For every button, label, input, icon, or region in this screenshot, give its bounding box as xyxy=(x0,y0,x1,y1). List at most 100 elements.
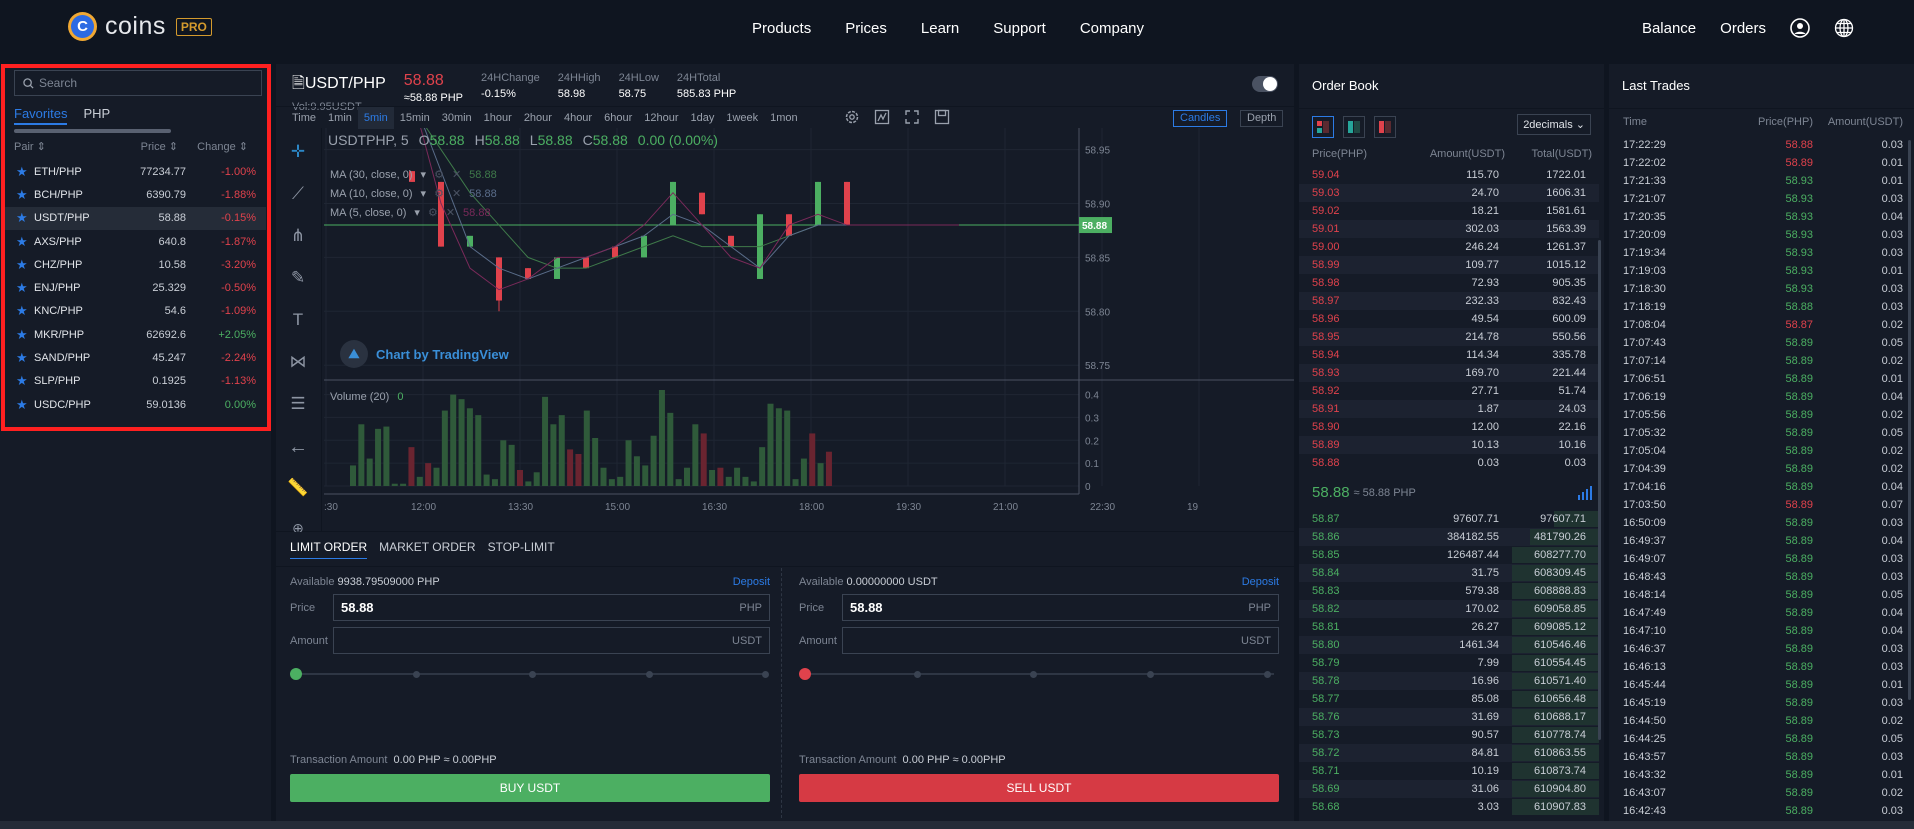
nav-learn[interactable]: Learn xyxy=(921,20,959,37)
bid-row[interactable]: 58.72 84.81 610863.55 xyxy=(1299,744,1599,762)
ask-row[interactable]: 58.92 27.71 51.74 xyxy=(1299,382,1599,400)
settings-gear-icon[interactable] xyxy=(844,109,860,125)
tab-php[interactable]: PHP xyxy=(83,106,110,125)
header-change[interactable]: Change ⇕ xyxy=(178,140,248,153)
candles-view-button[interactable]: Candles xyxy=(1173,110,1228,127)
buy-deposit-link[interactable]: Deposit xyxy=(733,576,770,588)
timeframe-1mon[interactable]: 1mon xyxy=(764,107,804,129)
ask-row[interactable]: 58.96 49.54 600.09 xyxy=(1299,310,1599,328)
prediction-tool-icon[interactable]: ☰ xyxy=(286,394,310,416)
ask-row[interactable]: 58.88 0.03 0.03 xyxy=(1299,454,1599,472)
market-pair-row[interactable]: ★ CHZ/PHP 10.58 -3.20% xyxy=(4,253,266,276)
text-tool-icon[interactable]: T xyxy=(286,310,310,332)
depth-view-button[interactable]: Depth xyxy=(1240,110,1284,127)
bid-row[interactable]: 58.84 31.75 608309.45 xyxy=(1299,564,1599,582)
bid-row[interactable]: 58.81 26.27 609085.12 xyxy=(1299,618,1599,636)
ask-row[interactable]: 59.04 115.70 1722.01 xyxy=(1299,166,1599,184)
bid-row[interactable]: 58.85 126487.44 608277.70 xyxy=(1299,546,1599,564)
ask-row[interactable]: 59.00 246.24 1261.37 xyxy=(1299,238,1599,256)
favorite-star-icon[interactable]: ★ xyxy=(16,373,34,389)
ask-row[interactable]: 58.93 169.70 221.44 xyxy=(1299,364,1599,382)
indicator-settings-icon[interactable]: ⚙ xyxy=(428,206,438,219)
ask-row[interactable]: 59.02 18.21 1581.61 xyxy=(1299,202,1599,220)
nav-company[interactable]: Company xyxy=(1080,20,1144,37)
indicator-label[interactable]: MA (10, close, 0) xyxy=(330,188,413,200)
buy-price-input[interactable]: 58.88 PHP xyxy=(333,594,770,621)
indicator-label[interactable]: MA (30, close, 0) xyxy=(330,169,413,181)
bid-row[interactable]: 58.78 16.96 610571.40 xyxy=(1299,672,1599,690)
favorite-star-icon[interactable]: ★ xyxy=(16,303,34,319)
nav-orders[interactable]: Orders xyxy=(1720,20,1766,37)
ask-row[interactable]: 58.91 1.87 24.03 xyxy=(1299,400,1599,418)
ask-row[interactable]: 59.01 302.03 1563.39 xyxy=(1299,220,1599,238)
timeframe-1day[interactable]: 1day xyxy=(685,107,721,129)
crosshair-icon[interactable]: ✛ xyxy=(286,142,310,164)
bid-row[interactable]: 58.73 90.57 610778.74 xyxy=(1299,726,1599,744)
market-pair-row[interactable]: ★ SLP/PHP 0.1925 -1.13% xyxy=(4,370,266,393)
legend-symbol[interactable]: USDTPHP, 5 xyxy=(328,132,409,148)
ruler-icon[interactable]: 📏 xyxy=(286,478,310,500)
indicator-settings-icon[interactable]: ⚙ xyxy=(434,168,444,181)
nav-prices[interactable]: Prices xyxy=(845,20,887,37)
user-account-icon[interactable] xyxy=(1790,18,1810,38)
ask-row[interactable]: 58.97 232.33 832.43 xyxy=(1299,292,1599,310)
tab-market-order[interactable]: MARKET ORDER xyxy=(379,540,475,559)
header-pair[interactable]: Pair ⇕ xyxy=(14,140,98,153)
buy-usdt-button[interactable]: BUY USDT xyxy=(290,774,770,802)
coins-pro-logo[interactable]: C coins PRO xyxy=(68,12,212,41)
timeframe-1hour[interactable]: 1hour xyxy=(478,107,518,129)
bid-row[interactable]: 58.69 31.06 610904.80 xyxy=(1299,780,1599,798)
tab-favorites[interactable]: Favorites xyxy=(14,106,68,125)
timeframe-2hour[interactable]: 2hour xyxy=(518,107,558,129)
timeframe-1min[interactable]: 1min xyxy=(322,107,358,129)
theme-toggle[interactable] xyxy=(1252,76,1278,92)
indicator-remove-icon[interactable]: ✕ xyxy=(452,168,461,181)
bid-row[interactable]: 58.77 85.08 610656.48 xyxy=(1299,690,1599,708)
view-bids-only-icon[interactable] xyxy=(1343,116,1365,138)
last-trades-scrollbar[interactable] xyxy=(1908,140,1911,700)
bid-row[interactable]: 58.83 579.38 608888.83 xyxy=(1299,582,1599,600)
pattern-tool-icon[interactable]: ⋈ xyxy=(286,352,310,374)
language-globe-icon[interactable] xyxy=(1834,18,1854,38)
sell-amount-input[interactable]: USDT xyxy=(842,627,1279,654)
timeframe-1week[interactable]: 1week xyxy=(720,107,764,129)
bid-row[interactable]: 58.82 170.02 609058.85 xyxy=(1299,600,1599,618)
timeframe-15min[interactable]: 15min xyxy=(394,107,436,129)
indicator-remove-icon[interactable]: ✕ xyxy=(446,206,455,219)
market-search-input[interactable]: Search xyxy=(14,70,262,96)
favorite-star-icon[interactable]: ★ xyxy=(16,164,34,180)
favorite-star-icon[interactable]: ★ xyxy=(16,350,34,366)
bid-row[interactable]: 58.71 10.19 610873.74 xyxy=(1299,762,1599,780)
favorite-star-icon[interactable]: ★ xyxy=(16,280,34,296)
sell-slider-handle[interactable] xyxy=(799,668,811,680)
sell-usdt-button[interactable]: SELL USDT xyxy=(799,774,1279,802)
timeframe-5min[interactable]: 5min xyxy=(357,106,394,129)
order-book-scrollbar[interactable] xyxy=(1598,240,1601,740)
view-both-sides-icon[interactable] xyxy=(1312,116,1334,138)
dropdown-caret-icon[interactable]: ▾ xyxy=(421,168,427,181)
favorite-star-icon[interactable]: ★ xyxy=(16,397,34,413)
market-pair-row[interactable]: ★ USDT/PHP 58.88 -0.15% xyxy=(4,206,266,230)
view-asks-only-icon[interactable] xyxy=(1374,116,1396,138)
decimals-dropdown[interactable]: 2decimals ⌄ xyxy=(1517,114,1591,135)
buy-slider-handle[interactable] xyxy=(290,668,302,680)
bid-row[interactable]: 58.79 7.99 610554.45 xyxy=(1299,654,1599,672)
nav-products[interactable]: Products xyxy=(752,20,811,37)
dropdown-caret-icon[interactable]: ▾ xyxy=(414,206,420,219)
sell-deposit-link[interactable]: Deposit xyxy=(1242,576,1279,588)
nav-support[interactable]: Support xyxy=(993,20,1046,37)
indicator-remove-icon[interactable]: ✕ xyxy=(452,187,461,200)
tradingview-watermark[interactable]: ⛰ Chart by TradingView xyxy=(340,340,509,368)
market-pair-row[interactable]: ★ ENJ/PHP 25.329 -0.50% xyxy=(4,276,266,299)
ask-row[interactable]: 59.03 24.70 1606.31 xyxy=(1299,184,1599,202)
indicator-settings-icon[interactable]: ⚙ xyxy=(434,187,444,200)
bid-row[interactable]: 58.87 97607.71 97607.71 xyxy=(1299,510,1599,528)
save-icon[interactable] xyxy=(934,109,950,125)
timeframe-4hour[interactable]: 4hour xyxy=(558,107,598,129)
timeframe-30min[interactable]: 30min xyxy=(436,107,478,129)
nav-balance[interactable]: Balance xyxy=(1642,20,1696,37)
indicator-label[interactable]: MA (5, close, 0) xyxy=(330,207,406,219)
trendline-icon[interactable]: ⟋ xyxy=(286,184,310,206)
favorite-star-icon[interactable]: ★ xyxy=(16,234,34,250)
ask-row[interactable]: 58.90 12.00 22.16 xyxy=(1299,418,1599,436)
